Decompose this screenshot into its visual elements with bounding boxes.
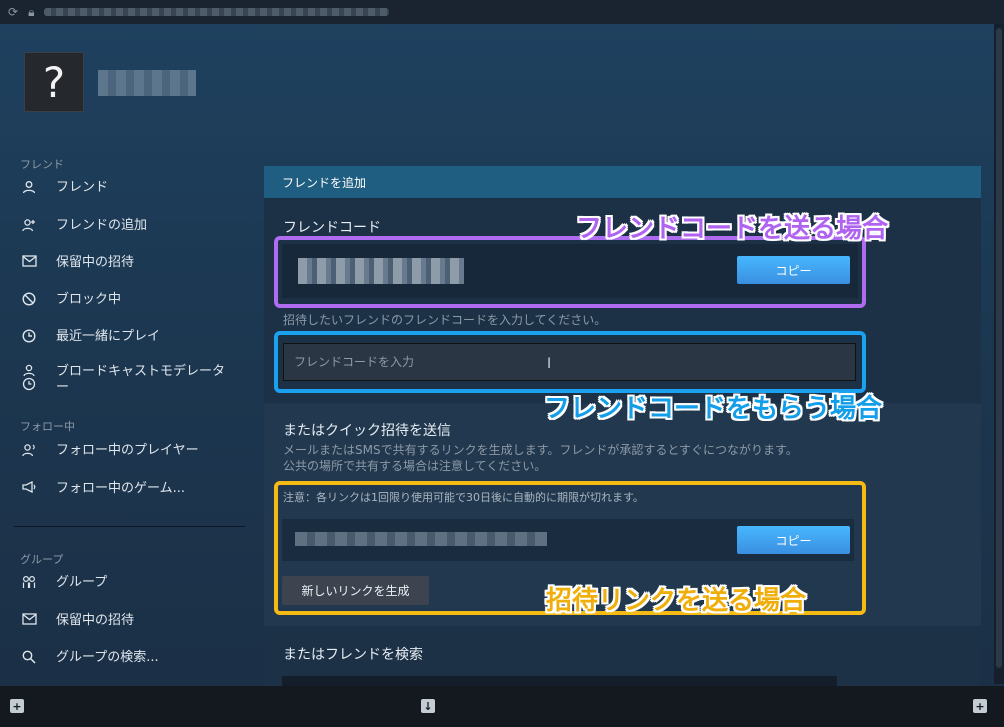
sidebar-item-label: フォロー中のプレイヤー — [56, 443, 199, 458]
megaphone-icon — [20, 480, 38, 497]
sidebar-item-label: グループ — [56, 575, 108, 590]
avatar[interactable]: ? — [24, 52, 84, 112]
sidebar-item-label: フレンド — [56, 180, 109, 195]
annotation-frame-send-code — [274, 236, 866, 308]
steam-client-window: ⟳ 🔒︎ ? フレンド フレンド フレンドの追加 保留中の招待 ブロック中 最近… — [0, 0, 1004, 727]
quick-invite-description: メールまたはSMSで共有するリンクを生成します。フレンドが承認するとすぐにつなが… — [283, 443, 798, 457]
profile-name-redacted — [98, 70, 196, 96]
lock-icon: 🔒︎ — [28, 4, 35, 19]
search-friends-title: またはフレンドを検索 — [283, 647, 423, 663]
annotation-receive-code: フレンドコードをもらう場合 — [544, 394, 883, 424]
search-icon — [20, 650, 38, 668]
bottom-bar: + ↓ + — [0, 686, 1004, 727]
enter-code-hint: 招待したいフレンドのフレンドコードを入力してください。 — [283, 313, 607, 327]
annotation-frame-receive-code — [274, 331, 866, 393]
url-text-redacted[interactable] — [44, 8, 390, 16]
quick-invite-caution: 公共の場所で共有する場合は注意してください。 — [283, 459, 547, 473]
sidebar-item-pending-invites[interactable]: 保留中の招待 — [20, 255, 250, 271]
url-bar: ⟳ 🔒︎ — [0, 0, 1004, 24]
sidebar-item-label: ブロードキャストモデレーター — [56, 364, 226, 395]
sidebar-item-add-friend[interactable]: フレンドの追加 — [20, 218, 250, 236]
sidebar-item-followed-players[interactable]: フォロー中のプレイヤー — [20, 443, 250, 461]
sidebar-item-label: フォロー中のゲーム... — [56, 481, 186, 496]
sidebar-item-label: フレンドの追加 — [56, 218, 148, 233]
chat-icon: + — [973, 699, 987, 713]
sidebar-item-group-search[interactable]: グループの検索... — [20, 650, 250, 668]
search-friends-input[interactable] — [282, 676, 837, 686]
sidebar-item-broadcast-moderators[interactable]: ブロードキャストモデレーター — [20, 364, 250, 396]
scrollbar-thumb[interactable] — [996, 28, 1002, 668]
mail-icon — [20, 613, 38, 629]
sidebar-item-label: 最近一緒にプレイ — [56, 329, 161, 344]
friends-chat-button[interactable]: + — [973, 699, 987, 713]
sidebar-section-friends: フレンド — [20, 158, 64, 171]
sidebar-item-label: ブロック中 — [56, 292, 122, 307]
annotation-send-link: 招待リンクを送る場合 — [546, 586, 807, 616]
sidebar-item-group-invites[interactable]: 保留中の招待 — [20, 613, 250, 629]
user-clock-icon — [20, 364, 38, 396]
sidebar-item-label: グループの検索... — [56, 650, 159, 665]
sidebar-section-following: フォロー中 — [20, 420, 75, 433]
manage-downloads-button[interactable]: ↓ — [421, 699, 435, 713]
block-icon — [20, 292, 38, 310]
quick-invite-title: またはクイック招待を送信 — [283, 423, 451, 439]
sidebar-item-blocked[interactable]: ブロック中 — [20, 292, 250, 310]
panel-header: フレンドを追加 — [264, 166, 981, 198]
sidebar-section-groups: グループ — [20, 553, 64, 566]
sidebar-item-recent-play[interactable]: 最近一緒にプレイ — [20, 329, 250, 347]
sidebar-item-groups[interactable]: グループ — [20, 575, 250, 593]
friend-code-title: フレンドコード — [283, 220, 381, 236]
user-follow-icon — [20, 443, 38, 461]
sidebar-item-friends[interactable]: フレンド — [20, 180, 250, 198]
sidebar-item-label: 保留中の招待 — [56, 613, 135, 628]
sidebar-item-followed-games[interactable]: フォロー中のゲーム... — [20, 480, 250, 497]
sidebar-divider — [14, 526, 245, 527]
user-icon — [20, 180, 38, 198]
refresh-icon[interactable]: ⟳ — [8, 5, 18, 19]
plus-icon: + — [10, 699, 24, 713]
add-game-button[interactable]: + — [10, 699, 24, 713]
sidebar-item-label: 保留中の招待 — [56, 255, 135, 270]
page-scrollbar[interactable] — [994, 24, 1004, 684]
user-plus-icon — [20, 218, 38, 236]
clock-icon — [20, 329, 38, 347]
download-icon: ↓ — [421, 699, 435, 713]
mail-icon — [20, 255, 38, 271]
annotation-send-code: フレンドコードを送る場合 — [576, 214, 889, 244]
group-icon — [20, 575, 38, 593]
